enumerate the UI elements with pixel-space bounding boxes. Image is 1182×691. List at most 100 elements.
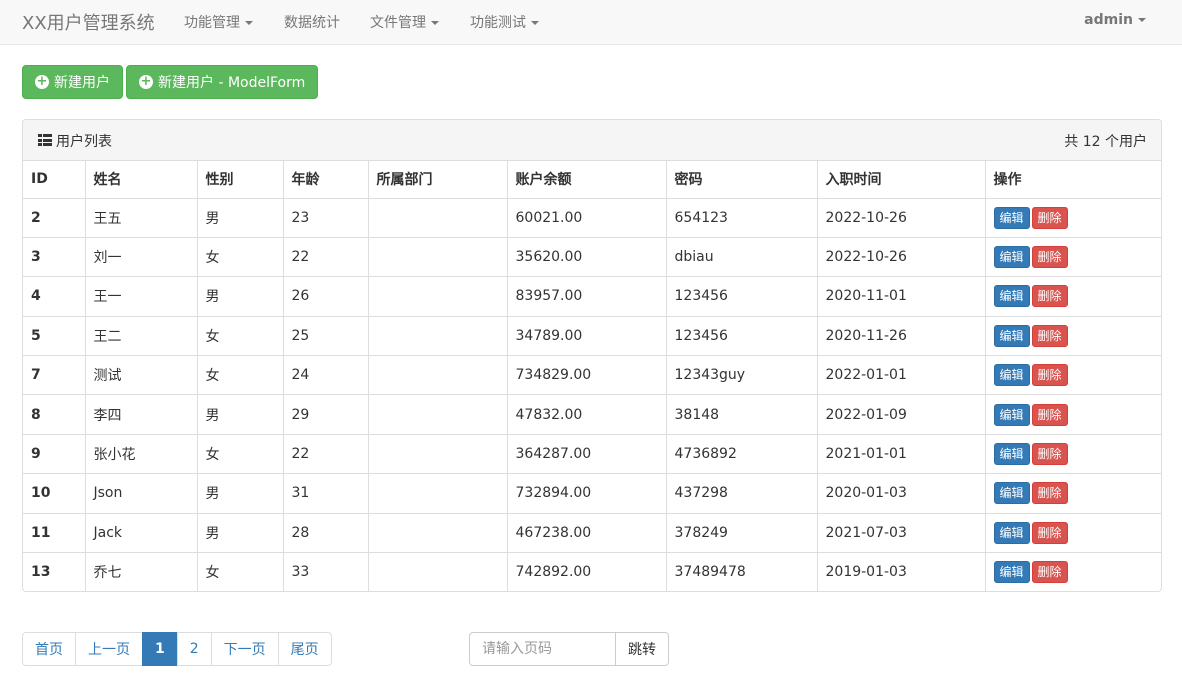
edit-button[interactable]: 编辑 (993, 561, 1030, 584)
panel-heading: 用户列表 共 12 个用户 (23, 120, 1161, 161)
cell-balance: 734829.00 (507, 355, 667, 396)
delete-button[interactable]: 删除 (1031, 364, 1068, 387)
edit-button[interactable]: 编辑 (993, 285, 1030, 308)
cell-actions: 编辑 删除 (985, 237, 1161, 278)
cell-password: 654123 (666, 198, 818, 238)
page-first-link[interactable]: 首页 (22, 632, 76, 666)
cell-age: 33 (283, 552, 369, 591)
new-user-button[interactable]: + 新建用户 (22, 65, 123, 99)
table-row: 3 刘一女 22 35620.00 dbiau 2022-10-26 编辑 删除 (23, 237, 1161, 278)
edit-button[interactable]: 编辑 (993, 246, 1030, 269)
edit-button[interactable]: 编辑 (993, 521, 1030, 544)
user-count: 共 12 个用户 (1064, 134, 1147, 150)
nav-item-feature-test[interactable]: 功能测试 (470, 12, 539, 32)
cell-hire-date: 2019-01-03 (817, 552, 986, 591)
delete-button[interactable]: 删除 (1031, 285, 1068, 308)
edit-button[interactable]: 编辑 (993, 364, 1030, 387)
cell-gender: 男 (197, 276, 284, 317)
brand[interactable]: XX用户管理系统 (22, 9, 155, 35)
cell-name: Json (85, 473, 198, 514)
delete-button[interactable]: 删除 (1031, 246, 1068, 269)
table-row: 9 张小花女 22 364287.00 4736892 2021-01-01 编辑 删除 (23, 434, 1161, 475)
caret-down-icon (245, 21, 253, 25)
cell-department (368, 276, 508, 317)
cell-hire-date: 2021-01-01 (817, 434, 986, 475)
user-name: admin (1084, 12, 1133, 28)
plus-circle-icon: + (35, 74, 49, 89)
delete-button[interactable]: 删除 (1031, 443, 1068, 466)
cell-id: 10 (23, 473, 86, 514)
nav-item-data-stats[interactable]: 数据统计 (284, 12, 340, 32)
user-table: ID 姓名 性别 年龄 所属部门 账户余额 密码 入职时间 操作 2 王五男 23 6… (23, 161, 1161, 591)
table-row: 11 Jack 男 28 467238.00 378249 2021-07-03 编辑 删除 (23, 513, 1161, 554)
page-last-link[interactable]: 尾页 (277, 632, 332, 666)
cell-age: 28 (283, 513, 369, 554)
cell-department (368, 473, 508, 514)
col-header-hire-date: 入职时间 (817, 161, 986, 199)
cell-gender: 男 (197, 394, 284, 435)
cell-password: 378249 (666, 513, 818, 554)
delete-button[interactable]: 删除 (1031, 482, 1068, 505)
cell-id: 8 (23, 394, 86, 435)
col-header-age: 年龄 (283, 161, 369, 199)
cell-department (368, 394, 508, 435)
cell-actions: 编辑 删除 (985, 198, 1161, 238)
cell-hire-date: 2022-10-26 (817, 237, 986, 278)
cell-hire-date: 2022-01-01 (817, 355, 986, 396)
delete-button[interactable]: 删除 (1031, 324, 1068, 347)
cell-name: 刘一 (85, 237, 198, 278)
nav-item-label: 功能测试 (470, 15, 526, 31)
cell-password: 37489478 (666, 552, 818, 591)
page-next-link[interactable]: 下一页 (210, 632, 279, 666)
cell-hire-date: 2020-01-03 (817, 473, 986, 514)
cell-id: 2 (23, 198, 86, 238)
cell-balance: 732894.00 (507, 473, 667, 514)
cell-gender: 男 (197, 473, 284, 514)
cell-password: 123456 (666, 316, 818, 357)
cell-gender: 女 (197, 237, 284, 278)
cell-actions: 编辑 删除 (985, 552, 1161, 591)
cell-actions: 编辑 删除 (985, 316, 1161, 357)
nav-item-feature-management[interactable]: 功能管理 (184, 12, 253, 32)
page-number-input[interactable] (469, 632, 616, 666)
delete-button[interactable]: 删除 (1031, 521, 1068, 544)
cell-password: 4736892 (666, 434, 818, 475)
page-link-2[interactable]: 2 (176, 632, 212, 666)
edit-button[interactable]: 编辑 (993, 403, 1030, 426)
edit-button[interactable]: 编辑 (993, 206, 1030, 229)
cell-name: 乔七 (85, 552, 198, 591)
nav-item-file-management[interactable]: 文件管理 (370, 12, 439, 32)
caret-down-icon (431, 21, 439, 25)
cell-age: 24 (283, 355, 369, 396)
cell-age: 26 (283, 276, 369, 317)
delete-button[interactable]: 删除 (1031, 561, 1068, 584)
new-user-modelform-button[interactable]: + 新建用户 - ModelForm (126, 65, 319, 99)
col-header-gender: 性别 (197, 161, 284, 199)
delete-button[interactable]: 删除 (1031, 206, 1068, 229)
cell-age: 25 (283, 316, 369, 357)
col-header-department: 所属部门 (368, 161, 508, 199)
cell-id: 11 (23, 513, 86, 554)
edit-button[interactable]: 编辑 (993, 324, 1030, 347)
cell-actions: 编辑 删除 (985, 513, 1161, 554)
cell-gender: 男 (197, 513, 284, 554)
cell-hire-date: 2020-11-01 (817, 276, 986, 317)
table-row: 8 李四男 29 47832.00 38148 2022-01-09 编辑 删除 (23, 394, 1161, 435)
cell-balance: 47832.00 (507, 394, 667, 435)
jump-button[interactable]: 跳转 (616, 632, 669, 666)
col-header-name: 姓名 (85, 161, 198, 199)
page-prev-link[interactable]: 上一页 (75, 632, 143, 666)
user-menu[interactable]: admin (1084, 12, 1146, 28)
cell-gender: 女 (197, 434, 284, 475)
plus-circle-icon: + (139, 74, 153, 89)
edit-button[interactable]: 编辑 (993, 443, 1030, 466)
page-link-1[interactable]: 1 (142, 632, 178, 666)
cell-name: 李四 (85, 394, 198, 435)
caret-down-icon (1138, 18, 1146, 22)
cell-balance: 83957.00 (507, 276, 667, 317)
delete-button[interactable]: 删除 (1031, 403, 1068, 426)
cell-name: 王五 (85, 198, 198, 238)
cell-gender: 女 (197, 355, 284, 396)
nav-item-label: 功能管理 (184, 15, 240, 31)
edit-button[interactable]: 编辑 (993, 482, 1030, 505)
